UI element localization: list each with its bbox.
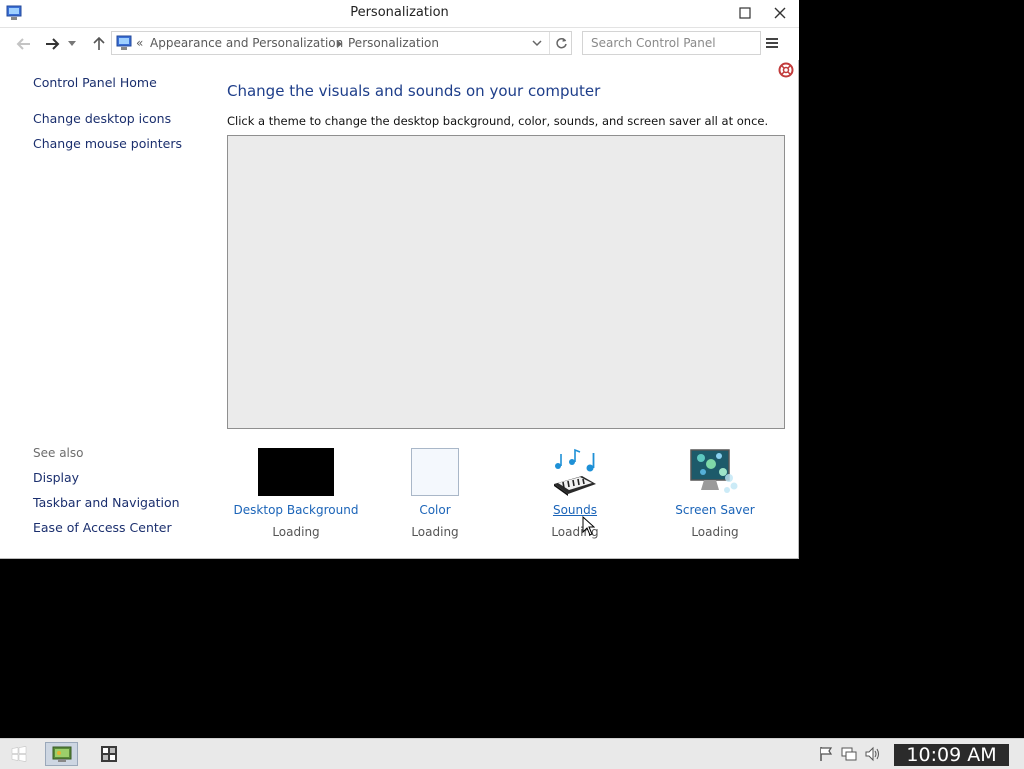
close-icon: [774, 7, 786, 19]
mouse-cursor-icon: [582, 516, 595, 536]
color-label[interactable]: Color: [365, 503, 505, 517]
taskbar-control-panel-button[interactable]: [45, 742, 78, 766]
change-mouse-pointers-link[interactable]: Change mouse pointers: [33, 136, 182, 151]
maximize-icon: [739, 7, 751, 19]
color-setting[interactable]: Color Loading: [365, 448, 505, 539]
back-arrow-icon: [16, 38, 30, 50]
close-button[interactable]: [764, 2, 796, 24]
network-button[interactable]: [840, 742, 858, 766]
taskbar-clock[interactable]: 10:09 AM: [894, 744, 1009, 766]
page-description: Click a theme to change the desktop back…: [227, 114, 769, 128]
control-panel-icon: [116, 35, 132, 50]
taskbar-navigation-link[interactable]: Taskbar and Navigation: [33, 495, 180, 510]
breadcrumb-separator-icon[interactable]: [337, 40, 342, 48]
screen-saver-status: Loading: [691, 525, 739, 539]
color-swatch[interactable]: [411, 448, 459, 496]
search-input[interactable]: Search Control Panel: [582, 31, 761, 55]
address-bar[interactable]: « Appearance and Personalization Persona…: [111, 31, 572, 55]
desktop-background-setting[interactable]: Desktop Background Loading: [226, 448, 366, 539]
forward-arrow-icon: [46, 38, 60, 50]
page-title: Change the visuals and sounds on your co…: [227, 82, 601, 100]
chevron-down-icon: [68, 41, 76, 46]
windows-logo-icon: [11, 746, 27, 762]
display-link[interactable]: Display: [33, 470, 79, 485]
up-arrow-icon: [93, 37, 105, 50]
breadcrumb-appearance[interactable]: Appearance and Personalization: [150, 36, 343, 50]
window-app-icon: [100, 746, 117, 762]
menu-icon[interactable]: [764, 34, 780, 52]
personalization-app-icon: [52, 746, 71, 762]
title-bar[interactable]: Personalization: [0, 0, 799, 28]
maximize-button[interactable]: [729, 2, 761, 24]
screen-saver-setting[interactable]: Screen Saver Loading: [645, 448, 785, 539]
desktop-background-status: Loading: [272, 525, 320, 539]
speaker-icon: [865, 746, 879, 762]
up-button[interactable]: [89, 35, 109, 53]
refresh-icon: [555, 37, 567, 48]
refresh-button[interactable]: [552, 34, 570, 52]
color-status: Loading: [411, 525, 459, 539]
start-button[interactable]: [9, 742, 29, 766]
address-divider: [549, 32, 550, 54]
ease-of-access-link[interactable]: Ease of Access Center: [33, 520, 172, 535]
desktop-background-label[interactable]: Desktop Background: [226, 503, 366, 517]
see-also-label: See also: [33, 446, 84, 460]
sounds-status: Loading: [551, 525, 599, 539]
flag-icon: [820, 747, 833, 761]
action-center-button[interactable]: [818, 742, 834, 766]
taskbar-app-button[interactable]: [95, 742, 122, 766]
breadcrumb-personalization[interactable]: Personalization: [348, 36, 439, 50]
sounds-label[interactable]: Sounds: [505, 503, 645, 517]
forward-button[interactable]: [43, 35, 63, 53]
control-panel-home-link[interactable]: Control Panel Home: [33, 75, 157, 90]
personalization-window: Personalization « Appearance and Persona…: [0, 0, 799, 559]
back-button[interactable]: [13, 35, 33, 53]
theme-list[interactable]: [227, 135, 785, 429]
network-icon: [841, 747, 857, 761]
sounds-icon[interactable]: [550, 448, 600, 496]
recent-pages-button[interactable]: [66, 35, 78, 53]
window-title: Personalization: [350, 5, 449, 20]
help-icon[interactable]: [778, 62, 794, 78]
desktop-background-thumbnail[interactable]: [258, 448, 334, 496]
change-desktop-icons-link[interactable]: Change desktop icons: [33, 111, 171, 126]
sounds-setting[interactable]: Sounds Loading: [505, 448, 645, 539]
screen-saver-label[interactable]: Screen Saver: [645, 503, 785, 517]
breadcrumb-overflow[interactable]: «: [136, 36, 143, 50]
screen-saver-icon[interactable]: [689, 448, 739, 496]
volume-button[interactable]: [864, 742, 882, 766]
address-dropdown-icon[interactable]: [531, 36, 543, 50]
taskbar: [0, 738, 1024, 769]
